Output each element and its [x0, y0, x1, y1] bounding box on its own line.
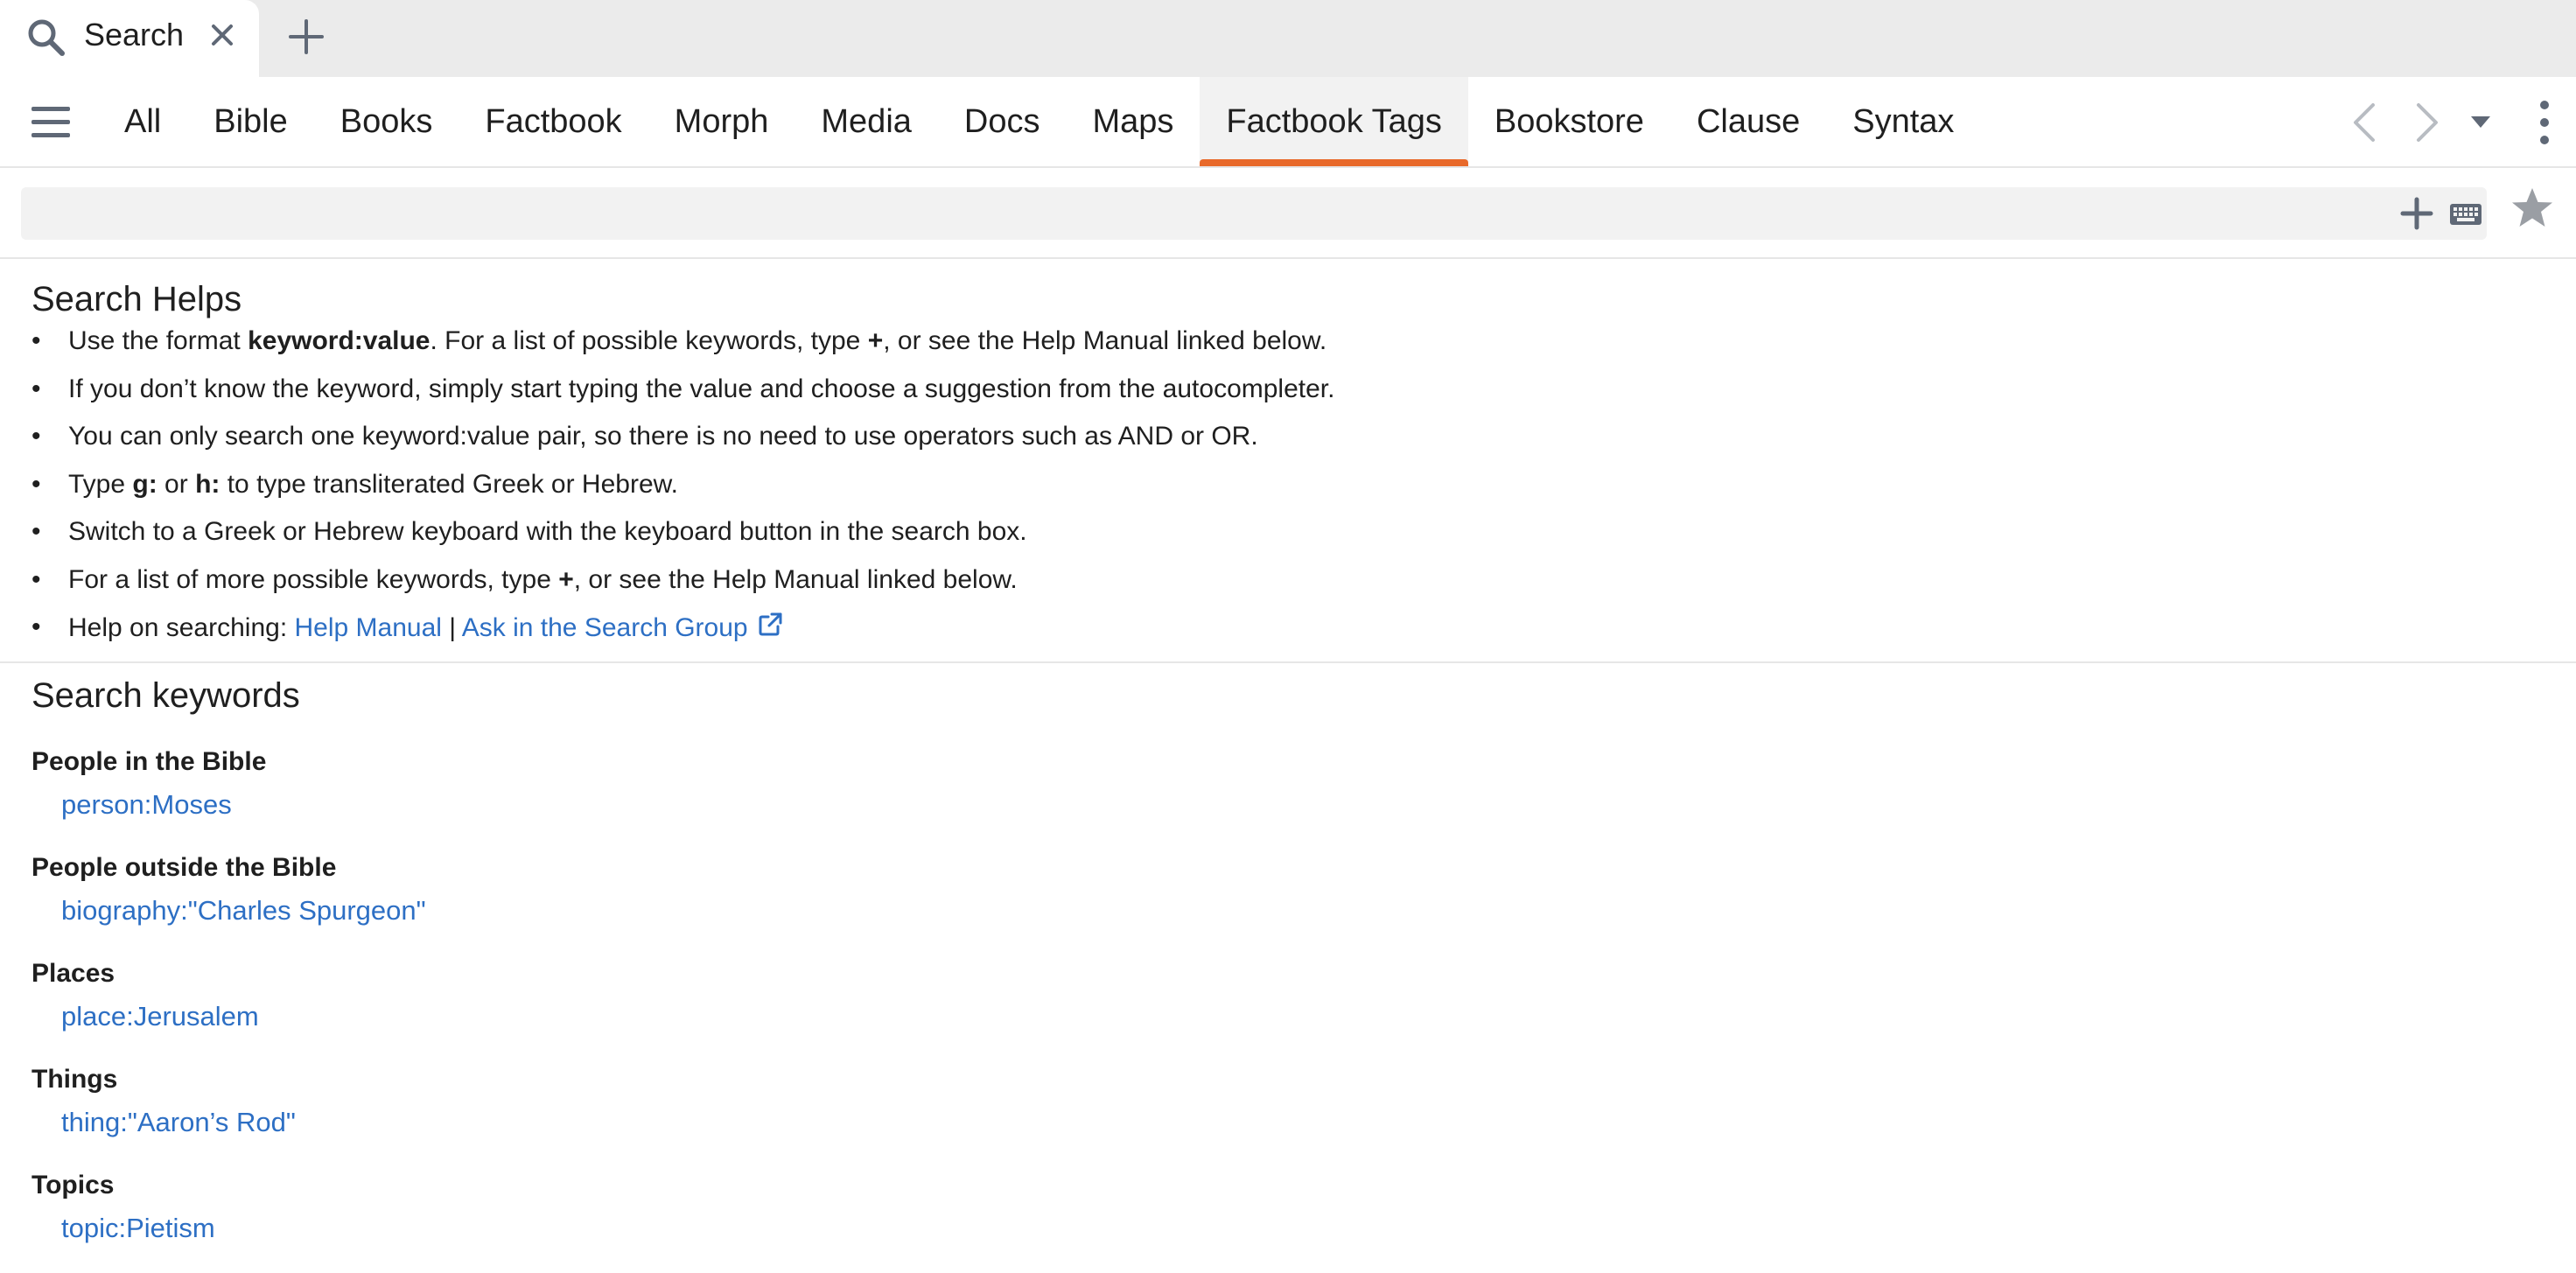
tab-factbook[interactable]: Factbook: [458, 77, 648, 166]
tab-label: Maps: [1092, 102, 1174, 140]
keyword-example-link[interactable]: topic:Pietism: [61, 1211, 215, 1246]
help-text: If you don’t know the keyword, simply st…: [68, 374, 1335, 403]
help-item-links: Help on searching: Help Manual | Ask in …: [32, 612, 2534, 660]
keyword-heading: People outside the Bible: [32, 853, 337, 882]
new-tab-plus-icon[interactable]: [285, 16, 327, 58]
tab-label: Bible: [214, 102, 288, 140]
help-item-autocomplete: If you don’t know the keyword, simply st…: [32, 374, 2534, 422]
search-box: [21, 187, 2487, 240]
help-text: Help on searching:: [68, 613, 295, 642]
search-row: [0, 168, 2576, 259]
tab-label: All: [124, 102, 162, 140]
help-bold: h:: [195, 469, 220, 499]
help-text: You can only search one keyword:value pa…: [68, 422, 1258, 451]
chevron-left-icon[interactable]: [2348, 100, 2380, 145]
help-bold: +: [558, 564, 574, 594]
tab-factbook-tags[interactable]: Factbook Tags: [1200, 77, 1469, 166]
keyword-heading: Places: [32, 959, 116, 988]
keyword-group-people-outside: People outside the Bible biography:"Char…: [32, 850, 2534, 955]
help-text: , or see the Help Manual linked below.: [573, 564, 1018, 594]
help-text: . For a list of possible keywords, type: [430, 326, 868, 355]
search-icon: [28, 19, 65, 56]
tab-label: Clause: [1696, 102, 1801, 140]
tab-morph[interactable]: Morph: [648, 77, 795, 166]
help-manual-link[interactable]: Help Manual: [295, 613, 442, 642]
help-item-transliteration: Type g: or h: to type transliterated Gre…: [32, 469, 2534, 517]
keyword-group-people-bible: People in the Bible person:Moses: [32, 744, 2534, 850]
category-tabs: All Bible Books Factbook Morph Media Doc…: [98, 77, 1980, 166]
tab-title: Search: [84, 17, 185, 52]
help-item-operators: You can only search one keyword:value pa…: [32, 421, 2534, 469]
plus-icon[interactable]: [2399, 196, 2434, 231]
help-item-keyboard: Switch to a Greek or Hebrew keyboard wit…: [32, 516, 2534, 564]
tab-all[interactable]: All: [98, 77, 187, 166]
search-keywords-title: Search keywords: [32, 676, 300, 715]
tab-label: Docs: [963, 102, 1040, 140]
search-helps-list: Use the format keyword:value. For a list…: [32, 325, 2534, 660]
tab-label: Media: [821, 102, 912, 140]
tab-search[interactable]: Search: [0, 0, 259, 77]
search-input[interactable]: [35, 192, 2384, 236]
help-text: For a list of more possible keywords, ty…: [68, 564, 559, 594]
tab-media[interactable]: Media: [794, 77, 938, 166]
keyword-example-link[interactable]: thing:"Aaron’s Rod": [61, 1105, 296, 1140]
tab-strip: Search: [0, 0, 2576, 77]
tab-bible[interactable]: Bible: [187, 77, 314, 166]
search-group-link[interactable]: Ask in the Search Group: [462, 613, 748, 642]
help-text: , or see the Help Manual linked below.: [883, 326, 1327, 355]
link-separator: |: [441, 613, 462, 642]
help-text: Switch to a Greek or Hebrew keyboard wit…: [68, 517, 1027, 546]
help-item-format: Use the format keyword:value. For a list…: [32, 325, 2534, 374]
tab-label: Factbook Tags: [1226, 102, 1442, 140]
category-bar: All Bible Books Factbook Morph Media Doc…: [0, 77, 2576, 168]
help-text: Type: [68, 469, 133, 499]
tab-maps[interactable]: Maps: [1066, 77, 1200, 166]
tab-syntax[interactable]: Syntax: [1826, 77, 1980, 166]
help-bold: g:: [132, 469, 158, 499]
star-icon[interactable]: [2510, 185, 2555, 231]
help-text: to type transliterated Greek or Hebrew.: [220, 469, 678, 499]
section-divider: [0, 661, 2576, 663]
keyword-group-topics: Topics topic:Pietism: [32, 1167, 2534, 1273]
keyword-heading: Topics: [32, 1171, 115, 1200]
tab-label: Syntax: [1852, 102, 1955, 140]
caret-down-icon[interactable]: [2466, 107, 2496, 136]
more-vertical-icon[interactable]: [2530, 98, 2558, 147]
keyboard-icon[interactable]: [2448, 196, 2483, 231]
tab-label: Books: [340, 102, 433, 140]
keyword-example-link[interactable]: biography:"Charles Spurgeon": [61, 893, 426, 928]
help-item-more-keywords: For a list of more possible keywords, ty…: [32, 564, 2534, 612]
help-bold: keyword:value: [248, 326, 430, 355]
tab-label: Factbook: [485, 102, 622, 140]
hamburger-menu-icon[interactable]: [30, 103, 72, 142]
tab-label: Bookstore: [1494, 102, 1644, 140]
help-text: Use the format: [68, 326, 248, 355]
help-text: or: [157, 469, 196, 499]
tab-books[interactable]: Books: [314, 77, 459, 166]
keyword-heading: People in the Bible: [32, 747, 267, 776]
search-helps-title: Search Helps: [32, 280, 242, 318]
external-link-icon[interactable]: [757, 612, 783, 638]
chevron-right-icon[interactable]: [2412, 100, 2443, 145]
keyword-group-places: Places place:Jerusalem: [32, 955, 2534, 1061]
tab-clause[interactable]: Clause: [1670, 77, 1826, 166]
tab-label: Morph: [674, 102, 769, 140]
keyword-groups: People in the Bible person:Moses People …: [32, 744, 2534, 1273]
close-icon[interactable]: [206, 19, 238, 51]
keyword-example-link[interactable]: person:Moses: [61, 787, 232, 822]
help-bold: +: [867, 326, 884, 355]
keyword-group-things: Things thing:"Aaron’s Rod": [32, 1061, 2534, 1167]
keyword-heading: Things: [32, 1065, 118, 1094]
tab-bookstore[interactable]: Bookstore: [1468, 77, 1670, 166]
tab-docs[interactable]: Docs: [938, 77, 1067, 166]
keyword-example-link[interactable]: place:Jerusalem: [61, 999, 259, 1034]
